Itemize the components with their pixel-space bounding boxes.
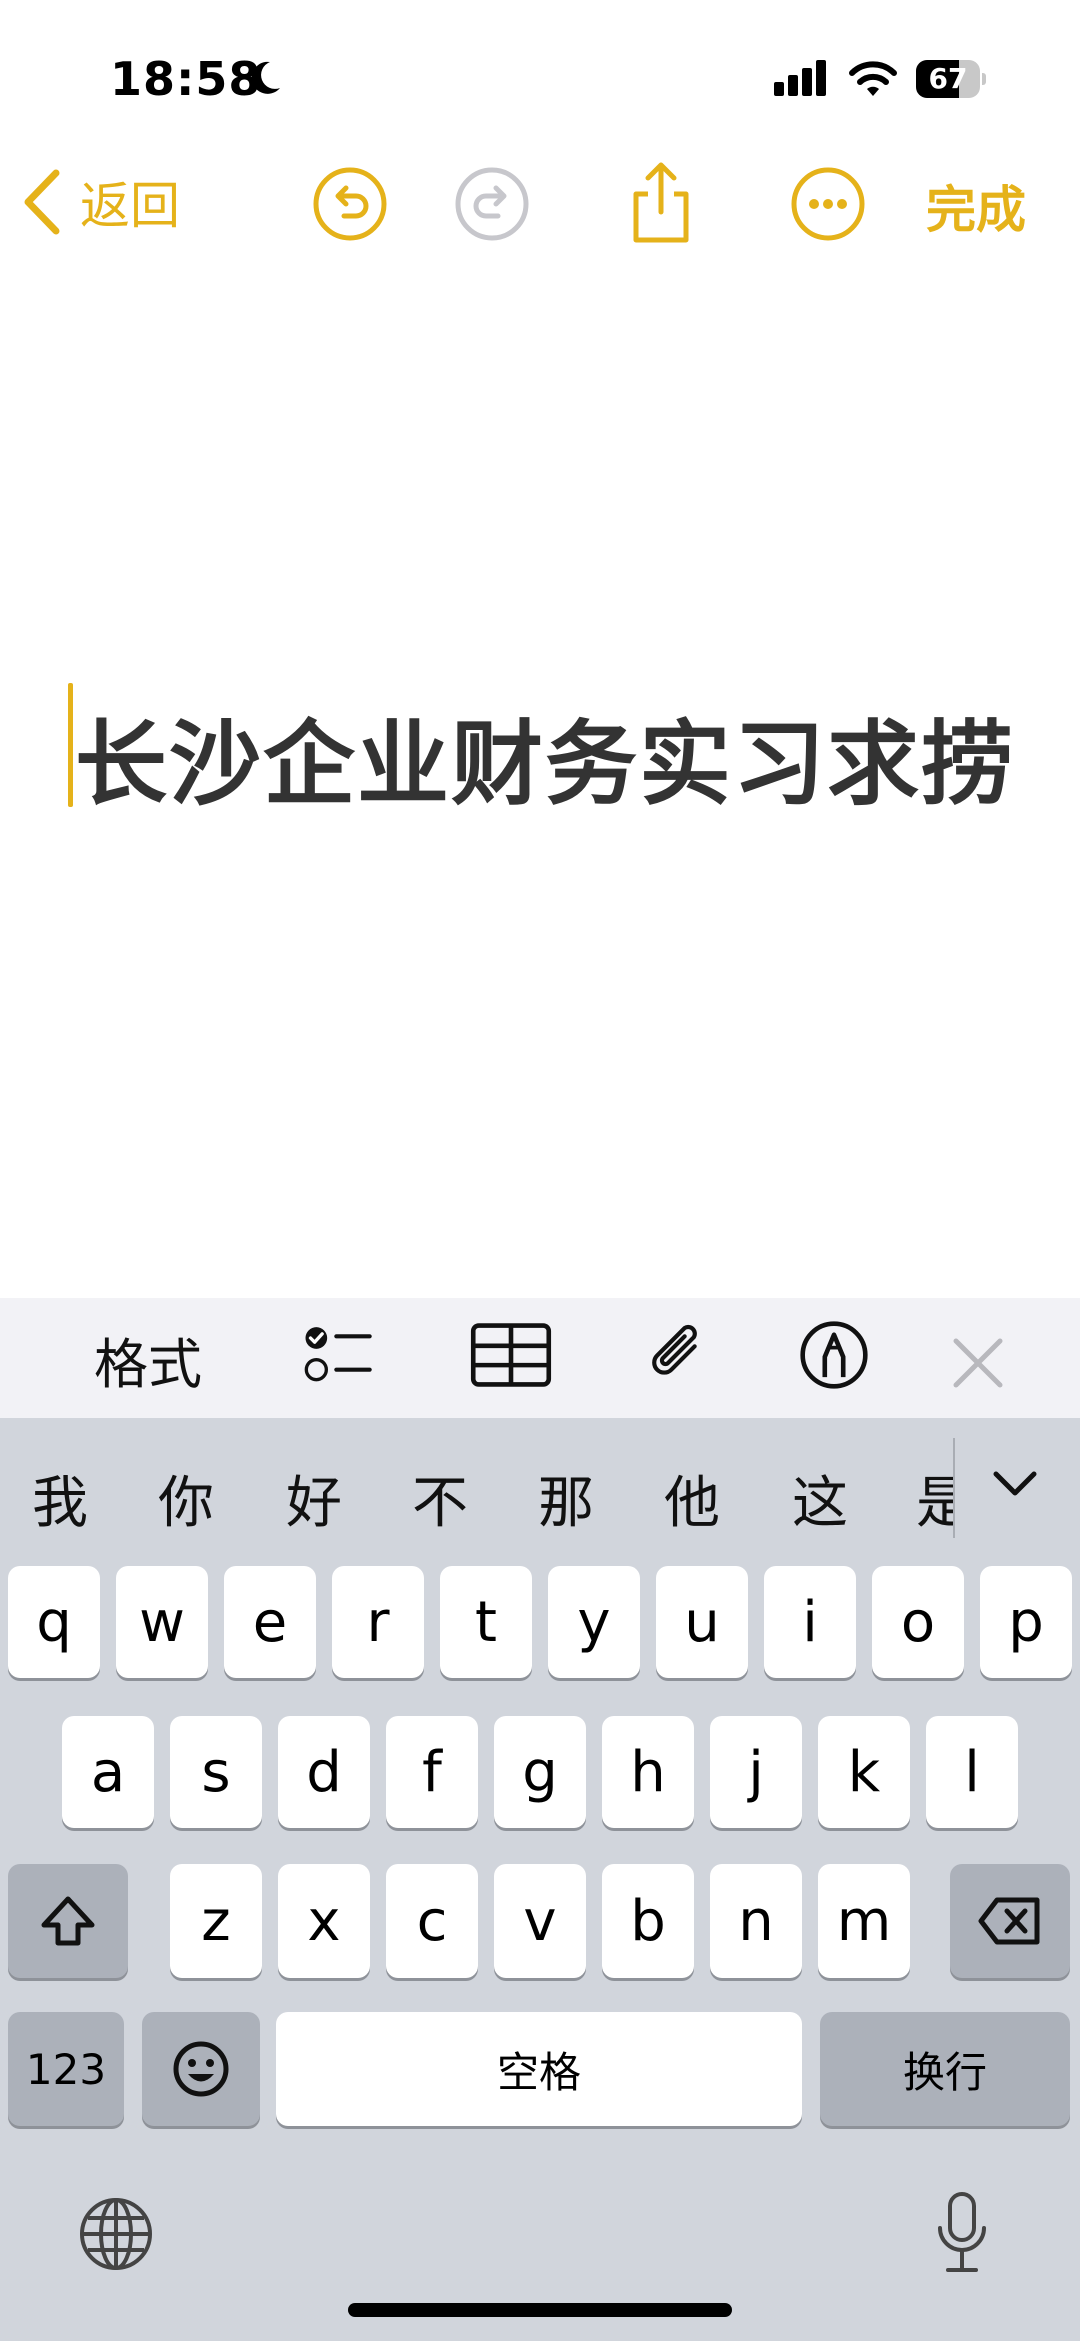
redo-icon[interactable]: [454, 166, 530, 242]
numbers-key[interactable]: 123: [8, 2012, 124, 2126]
key-y[interactable]: y: [548, 1566, 640, 1678]
format-toolbar: 格式: [0, 1298, 1080, 1418]
key-a[interactable]: a: [62, 1716, 154, 1828]
key-k[interactable]: k: [818, 1716, 910, 1828]
table-icon[interactable]: [466, 1320, 556, 1390]
text-caret: [68, 683, 73, 807]
delete-key[interactable]: [950, 1864, 1070, 1978]
note-title[interactable]: 长沙企业财务实习求捞: [75, 690, 1015, 823]
key-l[interactable]: l: [926, 1716, 1018, 1828]
key-j[interactable]: j: [710, 1716, 802, 1828]
space-key[interactable]: 空格: [276, 2012, 802, 2126]
globe-icon[interactable]: [78, 2196, 154, 2272]
key-q[interactable]: q: [8, 1566, 100, 1678]
candidate-word[interactable]: 你: [158, 1458, 214, 1539]
checklist-icon[interactable]: [296, 1318, 380, 1388]
key-u[interactable]: u: [656, 1566, 748, 1678]
chevron-down-icon[interactable]: [990, 1468, 1040, 1500]
key-o[interactable]: o: [872, 1566, 964, 1678]
key-e[interactable]: e: [224, 1566, 316, 1678]
candidate-divider: [953, 1438, 955, 1538]
candidate-word[interactable]: 那: [538, 1458, 594, 1539]
key-b[interactable]: b: [602, 1864, 694, 1978]
key-s[interactable]: s: [170, 1716, 262, 1828]
candidate-word[interactable]: 我: [32, 1458, 88, 1539]
done-button[interactable]: 完成: [926, 170, 1026, 242]
key-f[interactable]: f: [386, 1716, 478, 1828]
moon-icon: [251, 61, 280, 94]
candidate-word[interactable]: 是: [916, 1458, 953, 1539]
emoji-icon: [173, 2041, 229, 2097]
close-icon[interactable]: [950, 1328, 1006, 1398]
key-h[interactable]: h: [602, 1716, 694, 1828]
key-g[interactable]: g: [494, 1716, 586, 1828]
home-indicator[interactable]: [348, 2303, 732, 2317]
battery-indicator: 67: [916, 60, 986, 98]
candidate-word[interactable]: 他: [664, 1458, 720, 1539]
key-m[interactable]: m: [818, 1864, 910, 1978]
key-v[interactable]: v: [494, 1864, 586, 1978]
chevron-left-icon: [24, 169, 60, 235]
more-options-icon[interactable]: [790, 166, 866, 242]
key-n[interactable]: n: [710, 1864, 802, 1978]
key-z[interactable]: z: [170, 1864, 262, 1978]
attachment-icon[interactable]: [640, 1318, 716, 1388]
shift-icon: [41, 1896, 95, 1946]
cellular-signal-icon: [774, 60, 826, 96]
key-d[interactable]: d: [278, 1716, 370, 1828]
battery-percent: 67: [928, 62, 968, 95]
candidate-word[interactable]: 好: [286, 1458, 342, 1539]
emoji-key[interactable]: [142, 2012, 260, 2126]
format-button[interactable]: 格式: [94, 1324, 202, 1396]
candidate-bar: 我 你 好 不 那 他 这 是: [0, 1418, 1080, 1558]
back-label: 返回: [80, 177, 180, 235]
key-t[interactable]: t: [440, 1566, 532, 1678]
shift-key[interactable]: [8, 1864, 128, 1978]
candidate-word[interactable]: 这: [792, 1458, 848, 1539]
status-time: 18:58: [110, 52, 262, 106]
return-key[interactable]: 换行: [820, 2012, 1070, 2126]
key-w[interactable]: w: [116, 1566, 208, 1678]
share-icon[interactable]: [626, 160, 696, 244]
keyboard: 我 你 好 不 那 他 这 是 q w e r t y u i o p a s …: [0, 1418, 1080, 2341]
key-i[interactable]: i: [764, 1566, 856, 1678]
markup-pen-icon[interactable]: [796, 1320, 872, 1390]
backspace-icon: [978, 1897, 1040, 1945]
undo-icon[interactable]: [312, 166, 388, 242]
wifi-icon: [849, 61, 897, 96]
microphone-icon[interactable]: [934, 2190, 990, 2276]
candidate-word[interactable]: 不: [412, 1458, 468, 1539]
key-r[interactable]: r: [332, 1566, 424, 1678]
key-x[interactable]: x: [278, 1864, 370, 1978]
back-button[interactable]: 返回: [22, 166, 180, 238]
key-c[interactable]: c: [386, 1864, 478, 1978]
key-p[interactable]: p: [980, 1566, 1072, 1678]
